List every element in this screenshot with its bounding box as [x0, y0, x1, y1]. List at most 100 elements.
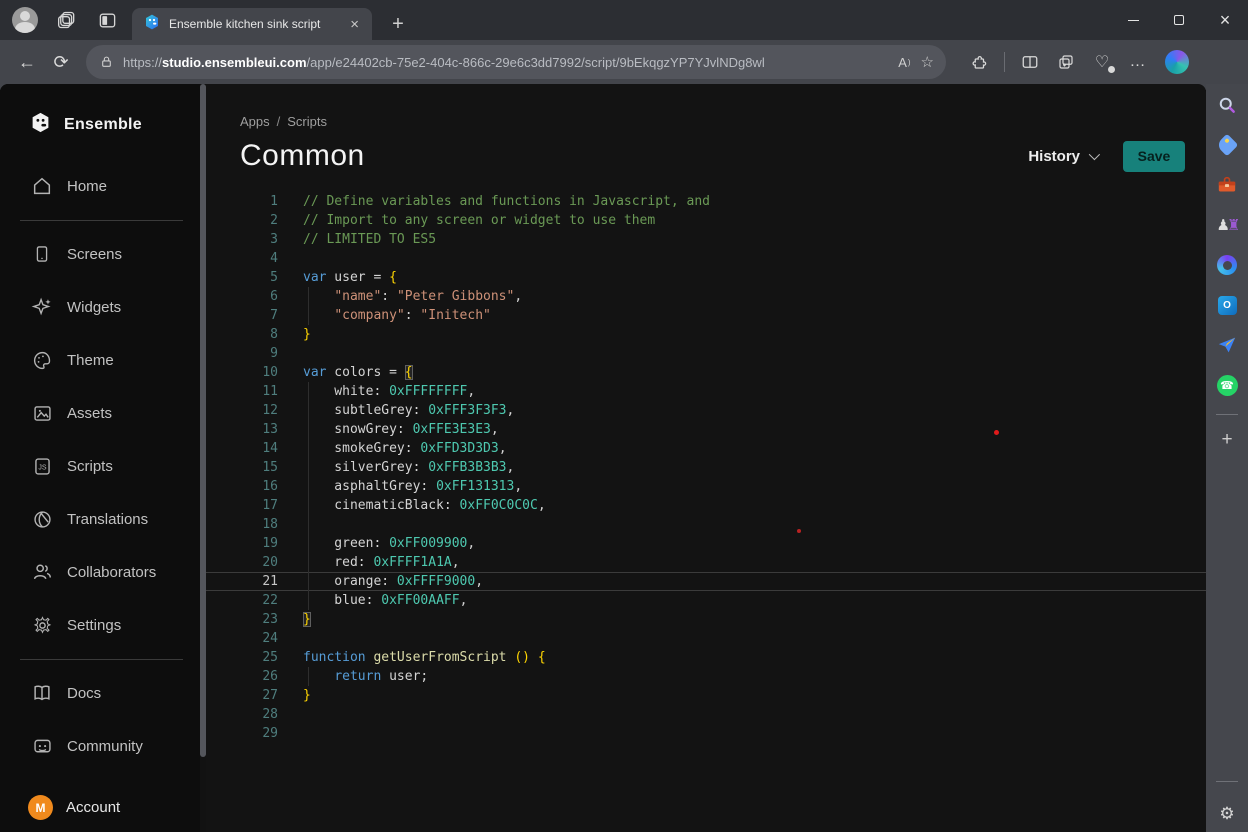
- code-line[interactable]: 26 return user;: [206, 667, 1206, 686]
- code-line[interactable]: 14 smokeGrey: 0xFFD3D3D3,: [206, 439, 1206, 458]
- tools-icon[interactable]: [1214, 172, 1240, 198]
- line-number: 19: [206, 534, 278, 553]
- ensemble-logo[interactable]: Ensemble: [0, 84, 200, 140]
- refresh-icon[interactable]: ⟳: [44, 45, 78, 79]
- more-menu-icon[interactable]: …: [1121, 45, 1155, 79]
- code-line[interactable]: 9: [206, 344, 1206, 363]
- code-line[interactable]: 13 snowGrey: 0xFFE3E3E3,: [206, 420, 1206, 439]
- line-number: 18: [206, 515, 278, 534]
- shopping-icon[interactable]: [1214, 132, 1240, 158]
- code-line[interactable]: 15 silverGrey: 0xFFB3B3B3,: [206, 458, 1206, 477]
- split-screen-icon[interactable]: [1013, 45, 1047, 79]
- code-line[interactable]: 22 blue: 0xFF00AAFF,: [206, 591, 1206, 610]
- sidebar-settings-gear-icon[interactable]: ⚙: [1219, 804, 1234, 824]
- sidebar-item-widgets[interactable]: Widgets: [30, 295, 200, 319]
- address-bar[interactable]: https://studio.ensembleui.com/app/e24402…: [86, 45, 946, 79]
- code-line[interactable]: 17 cinematicBlack: 0xFF0C0C0C,: [206, 496, 1206, 515]
- line-number: 5: [206, 268, 278, 287]
- line-content: blue: 0xFF00AAFF,: [303, 591, 1206, 610]
- extensions-icon[interactable]: [962, 45, 996, 79]
- url-text[interactable]: https://studio.ensembleui.com/app/e24402…: [123, 55, 888, 70]
- code-line[interactable]: 28: [206, 705, 1206, 724]
- code-line-current[interactable]: 21 orange: 0xFFFF9000,: [206, 572, 1206, 591]
- drop-icon[interactable]: [1214, 332, 1240, 358]
- sidebar-item-home[interactable]: Home: [30, 174, 200, 198]
- sidebar-item-theme[interactable]: Theme: [30, 348, 200, 372]
- app-sidebar: Ensemble Home Screens Widgets Theme Assets JS…: [0, 84, 200, 832]
- code-line[interactable]: 29: [206, 724, 1206, 743]
- sidebar-item-label: Docs: [67, 685, 101, 702]
- code-line[interactable]: 7 "company": "Initech": [206, 306, 1206, 325]
- window-maximize-button[interactable]: [1156, 0, 1202, 40]
- sidebar-item-scripts[interactable]: JSScripts: [30, 454, 200, 478]
- line-content: var colors = {: [303, 363, 1206, 382]
- window-minimize-button[interactable]: [1110, 0, 1156, 40]
- profile-avatar[interactable]: [12, 7, 38, 33]
- code-line[interactable]: 3// LIMITED TO ES5: [206, 230, 1206, 249]
- new-tab-button[interactable]: +: [384, 10, 412, 38]
- search-icon[interactable]: [1214, 92, 1240, 118]
- sidebar-item-settings[interactable]: Settings: [30, 613, 200, 637]
- read-aloud-icon[interactable]: A): [898, 55, 910, 70]
- code-line[interactable]: 6 "name": "Peter Gibbons",: [206, 287, 1206, 306]
- browser-tab[interactable]: Ensemble kitchen sink script ×: [132, 8, 372, 40]
- code-editor[interactable]: 1// Define variables and functions in Ja…: [206, 192, 1206, 743]
- sidebar-item-assets[interactable]: Assets: [30, 401, 200, 425]
- sidebar-item-collaborators[interactable]: Collaborators: [30, 560, 200, 584]
- code-line[interactable]: 1// Define variables and functions in Ja…: [206, 192, 1206, 211]
- code-line[interactable]: 2// Import to any screen or widget to us…: [206, 211, 1206, 230]
- collections-icon[interactable]: [1049, 45, 1083, 79]
- window-close-button[interactable]: ×: [1202, 0, 1248, 40]
- line-content: silverGrey: 0xFFB3B3B3,: [303, 458, 1206, 477]
- code-line[interactable]: 25function getUserFromScript () {: [206, 648, 1206, 667]
- line-number: 8: [206, 325, 278, 344]
- sidebar-item-label: Theme: [67, 352, 114, 369]
- microsoft365-icon[interactable]: [1214, 252, 1240, 278]
- code-line[interactable]: 8}: [206, 325, 1206, 344]
- back-icon[interactable]: ←: [10, 45, 44, 79]
- code-line[interactable]: 11 white: 0xFFFFFFFF,: [206, 382, 1206, 401]
- breadcrumb-apps[interactable]: Apps: [240, 114, 270, 129]
- code-line[interactable]: 27}: [206, 686, 1206, 705]
- sidebar-item-community[interactable]: Community: [30, 734, 200, 758]
- chevron-down-icon: [1089, 149, 1100, 160]
- code-line[interactable]: 10var colors = {: [206, 363, 1206, 382]
- tab-actions-icon[interactable]: [96, 9, 118, 31]
- favorite-star-icon[interactable]: ☆: [921, 53, 934, 71]
- line-content: "name": "Peter Gibbons",: [303, 287, 1206, 306]
- code-line[interactable]: 19 green: 0xFF009900,: [206, 534, 1206, 553]
- ensemble-logo-label: Ensemble: [64, 116, 142, 134]
- games-icon[interactable]: ♟♜: [1214, 212, 1240, 238]
- rail-divider-bottom: [1216, 781, 1238, 782]
- line-number: 26: [206, 667, 278, 686]
- code-line[interactable]: 4: [206, 249, 1206, 268]
- code-line[interactable]: 16 asphaltGrey: 0xFF131313,: [206, 477, 1206, 496]
- code-line[interactable]: 5var user = {: [206, 268, 1206, 287]
- code-line[interactable]: 24: [206, 629, 1206, 648]
- line-content: function getUserFromScript () {: [303, 648, 1206, 667]
- line-content: }: [303, 686, 1206, 705]
- copilot-icon[interactable]: [1165, 50, 1189, 74]
- code-line[interactable]: 20 red: 0xFFFF1A1A,: [206, 553, 1206, 572]
- history-dropdown[interactable]: History: [1028, 148, 1097, 165]
- browser-essentials-icon[interactable]: ♡: [1085, 45, 1119, 79]
- workspaces-icon[interactable]: [56, 9, 78, 31]
- line-content: // Define variables and functions in Jav…: [303, 192, 1206, 211]
- save-button[interactable]: Save: [1123, 141, 1185, 172]
- line-content: return user;: [303, 667, 1206, 686]
- code-line[interactable]: 23}: [206, 610, 1206, 629]
- sidebar-item-translations[interactable]: Translations: [30, 507, 200, 531]
- breadcrumb: Apps / Scripts: [240, 114, 1185, 129]
- code-line[interactable]: 18: [206, 515, 1206, 534]
- line-number: 15: [206, 458, 278, 477]
- sidebar-item-account[interactable]: M Account: [28, 795, 120, 820]
- line-number: 12: [206, 401, 278, 420]
- breadcrumb-scripts[interactable]: Scripts: [287, 114, 327, 129]
- code-line[interactable]: 12 subtleGrey: 0xFFF3F3F3,: [206, 401, 1206, 420]
- outlook-icon[interactable]: O: [1214, 292, 1240, 318]
- sidebar-item-docs[interactable]: Docs: [30, 681, 200, 705]
- sidebar-item-screens[interactable]: Screens: [30, 242, 200, 266]
- tab-close-icon[interactable]: ×: [347, 17, 362, 32]
- whatsapp-icon[interactable]: ☎: [1214, 372, 1240, 398]
- add-to-sidebar-icon[interactable]: +: [1214, 427, 1240, 453]
